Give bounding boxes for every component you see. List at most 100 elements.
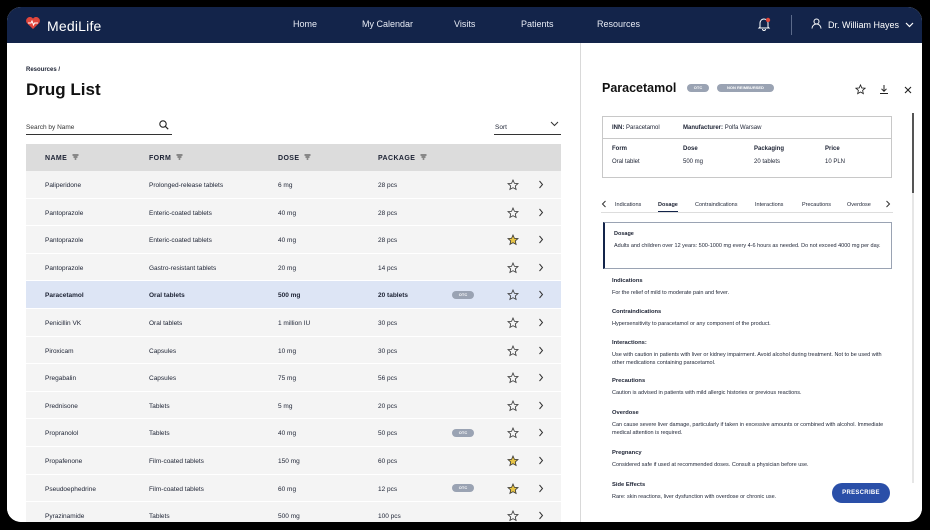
- nav-home[interactable]: Home: [293, 19, 317, 29]
- nav-resources[interactable]: Resources: [597, 19, 640, 29]
- user-menu[interactable]: Dr. William Hayes: [811, 18, 914, 31]
- chevron-right-icon[interactable]: [538, 428, 544, 439]
- scrollbar-thumb[interactable]: [912, 113, 914, 193]
- chevron-right-icon[interactable]: [538, 208, 544, 219]
- app-logo[interactable]: MediLife: [25, 16, 102, 35]
- cell-form: Tablets: [149, 513, 170, 521]
- chevron-right-icon[interactable]: [885, 200, 891, 210]
- cell-dose: 40 mg: [278, 237, 297, 245]
- table-row[interactable]: Propafenone Film-coated tablets 150 mg 60 p…: [26, 446, 561, 475]
- nav-patients[interactable]: Patients: [521, 19, 554, 29]
- chevron-right-icon[interactable]: [538, 235, 544, 246]
- chevron-right-icon[interactable]: [538, 318, 544, 329]
- chevron-right-icon[interactable]: [538, 401, 544, 412]
- chevron-right-icon[interactable]: [538, 373, 544, 384]
- tab-interactions[interactable]: Interactions: [755, 202, 783, 208]
- chevron-right-icon[interactable]: [538, 346, 544, 357]
- dose-value: 500 mg: [683, 159, 704, 165]
- table-row[interactable]: Pantoprazole Enteric-coated tablets 40 mg 2…: [26, 226, 561, 254]
- star-icon[interactable]: [507, 372, 519, 386]
- table-row[interactable]: Penicillin VK Oral tablets 1 million IU 30 …: [26, 308, 561, 337]
- chevron-right-icon[interactable]: [538, 511, 544, 522]
- cell-form: Capsules: [149, 347, 177, 355]
- table-row[interactable]: Prednisone Tablets 5 mg 20 pcs: [26, 391, 561, 420]
- drug-detail-panel: Paracetamol OTC NON REIMBURSED INN: Para…: [580, 43, 922, 522]
- chevron-right-icon[interactable]: [538, 263, 544, 274]
- table-row[interactable]: Pantoprazole Enteric-coated tablets 40 mg 2…: [26, 198, 561, 227]
- section-title: Indications: [612, 278, 643, 284]
- column-header-name[interactable]: NAME: [45, 154, 79, 162]
- detail-title: Paracetamol: [602, 81, 677, 95]
- star-icon[interactable]: [507, 344, 519, 359]
- non-reimbursed-badge: NON REIMBURSED: [717, 84, 774, 92]
- search-input[interactable]: Search by Name: [26, 116, 172, 135]
- notification-bell-icon[interactable]: [757, 17, 771, 36]
- section-text: Rare: skin reactions, liver dysfunction …: [612, 494, 777, 500]
- search-icon[interactable]: [159, 120, 169, 132]
- section-title: Pregnancy: [612, 450, 642, 456]
- table-header: NAME FORM DOSE PACKAGE: [26, 144, 561, 171]
- table-row[interactable]: Pantoprazole Gastro-resistant tablets 20 m…: [26, 253, 561, 282]
- filter-icon[interactable]: [304, 154, 311, 162]
- star-icon[interactable]: [507, 289, 519, 303]
- star-icon[interactable]: [507, 178, 519, 193]
- table-row[interactable]: Propranolol Tablets 40 mg 50 pcs OTC: [26, 419, 561, 447]
- panel-scrollbar[interactable]: [912, 113, 914, 483]
- cell-form: Prolonged-release tablets: [149, 182, 224, 189]
- column-header-dose[interactable]: DOSE: [278, 154, 311, 162]
- table-row[interactable]: Pregabalin Capsules 75 mg 56 pcs: [26, 364, 561, 392]
- column-header-form[interactable]: FORM: [149, 154, 183, 162]
- close-icon[interactable]: [903, 82, 913, 100]
- star-icon[interactable]: [507, 316, 519, 331]
- cell-package: 20 pcs: [378, 402, 398, 410]
- star-icon[interactable]: [854, 82, 867, 100]
- cell-package: 100 pcs: [378, 513, 401, 521]
- chevron-left-icon[interactable]: [601, 200, 607, 210]
- table-row[interactable]: Pseudoephedrine Film-coated tablets 60 mg 1…: [26, 474, 561, 503]
- star-icon[interactable]: [507, 427, 519, 441]
- tab-contraindications[interactable]: Contraindications: [695, 202, 738, 208]
- navbar-divider: [791, 15, 792, 35]
- chevron-right-icon[interactable]: [538, 290, 544, 301]
- chevron-right-icon[interactable]: [538, 456, 544, 467]
- column-label: PACKAGE: [378, 154, 416, 162]
- star-icon[interactable]: [507, 482, 519, 497]
- star-icon[interactable]: [507, 454, 519, 469]
- nav-my-calendar[interactable]: My Calendar: [362, 19, 413, 29]
- star-icon[interactable]: [507, 234, 519, 248]
- chevron-right-icon[interactable]: [538, 180, 544, 191]
- table-row[interactable]: Piroxicam Capsules 10 mg 30 pcs: [26, 336, 561, 365]
- nav-visits[interactable]: Visits: [454, 19, 475, 29]
- star-icon[interactable]: [507, 261, 519, 276]
- table-row[interactable]: Paliperidone Prolonged-release tablets 6 m…: [26, 171, 561, 199]
- filter-icon[interactable]: [420, 154, 427, 162]
- filter-icon[interactable]: [72, 154, 79, 162]
- cell-package: 28 pcs: [378, 237, 398, 245]
- download-icon[interactable]: [879, 82, 889, 100]
- cell-dose: 6 mg: [278, 182, 293, 189]
- breadcrumb[interactable]: Resources /: [26, 67, 60, 73]
- otc-badge: OTC: [687, 84, 709, 92]
- cell-dose: 40 mg: [278, 209, 297, 217]
- app-name: MediLife: [47, 17, 102, 34]
- column-header-package[interactable]: PACKAGE: [378, 154, 427, 162]
- prescribe-button[interactable]: PRESCRIBE: [832, 483, 890, 503]
- cell-name: Pregabalin: [45, 375, 77, 383]
- table-row[interactable]: Pyrazinamide Tablets 500 mg 100 pcs: [26, 502, 561, 522]
- table-row[interactable]: Paracetamol Oral tablets 500 mg 20 tablets O…: [26, 281, 561, 309]
- cell-form: Capsules: [149, 375, 177, 383]
- search-placeholder: Search by Name: [26, 124, 75, 131]
- star-icon[interactable]: [507, 510, 519, 522]
- tab-precautions[interactable]: Precautions: [802, 202, 831, 208]
- dosage-title: Dosage: [614, 231, 634, 237]
- tab-indications[interactable]: Indications: [615, 202, 641, 208]
- sort-dropdown[interactable]: Sort: [494, 116, 561, 135]
- cell-package: 12 pcs: [378, 485, 398, 493]
- filter-icon[interactable]: [176, 154, 183, 162]
- star-icon[interactable]: [507, 206, 519, 221]
- chevron-right-icon[interactable]: [538, 484, 544, 495]
- tab-overdose[interactable]: Overdose: [847, 202, 871, 208]
- tab-dosage[interactable]: Dosage: [658, 202, 678, 212]
- star-icon[interactable]: [507, 399, 519, 414]
- section-overdose: Overdose Can cause severe liver damage, …: [612, 409, 884, 437]
